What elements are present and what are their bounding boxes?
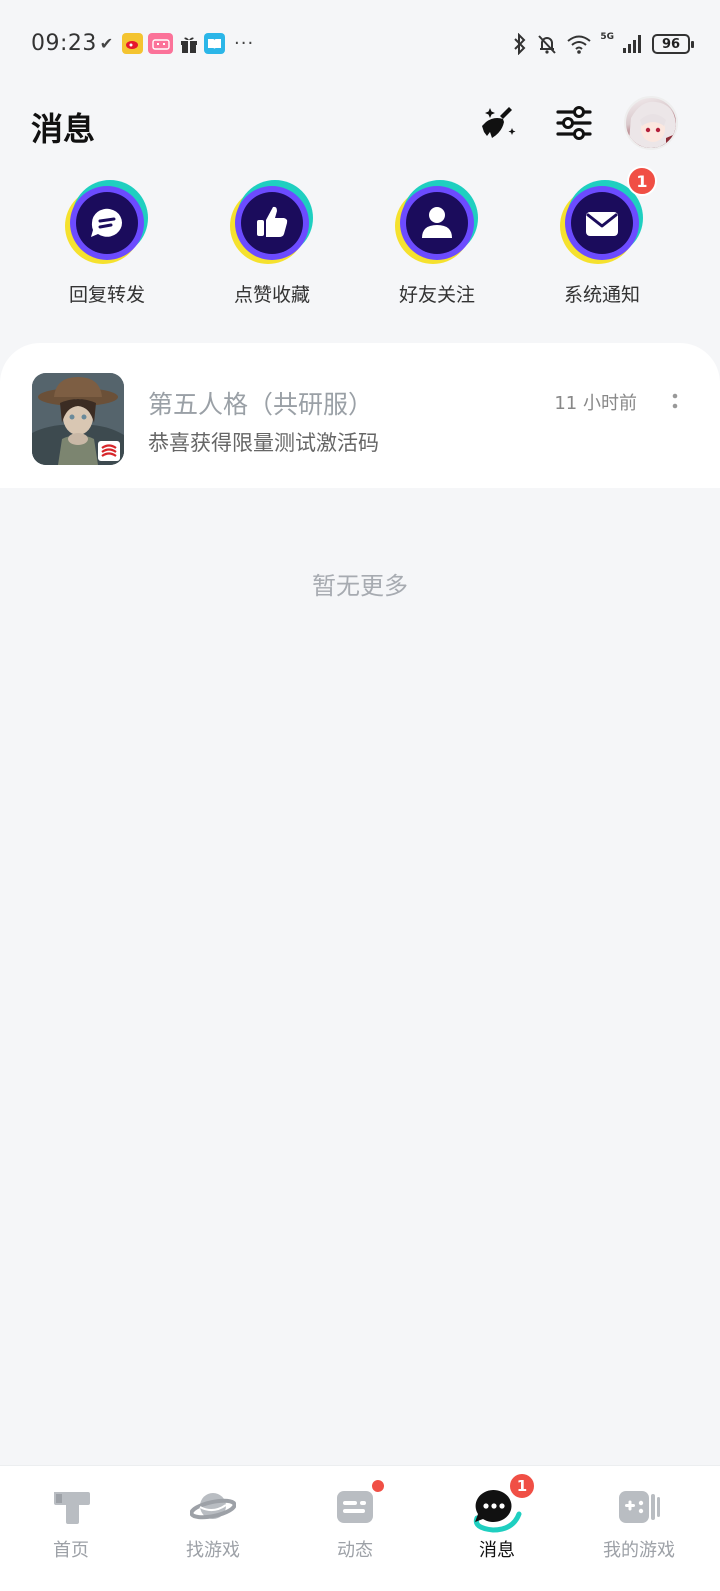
page-title: 消息 bbox=[31, 110, 96, 148]
tab-label: 找游戏 bbox=[186, 1540, 240, 1561]
category-label: 回复转发 bbox=[68, 284, 145, 306]
message-categories: 回复转发 点赞收藏 好友关注 1 系统通知 bbox=[0, 166, 720, 320]
signal-icon bbox=[623, 35, 641, 53]
bilibili-icon bbox=[148, 33, 173, 54]
tab-home[interactable]: 首页 bbox=[11, 1484, 131, 1562]
tab-icon-wrap bbox=[48, 1484, 94, 1530]
bluetooth-icon bbox=[514, 33, 526, 55]
message-list: 第五人格（共研服） 恭喜获得限量测试激活码 11 小时前 bbox=[0, 343, 720, 488]
avatar-art bbox=[628, 101, 676, 148]
home-t-icon bbox=[54, 1492, 90, 1524]
category-friends-follows[interactable]: 好友关注 bbox=[372, 180, 502, 307]
more-notifications: ··· bbox=[234, 33, 255, 54]
status-bar: 09:23 ✔︎ ··· 5G 96 bbox=[0, 0, 720, 90]
category-icon-wrap: 1 bbox=[557, 166, 657, 270]
message-subtitle: 恭喜获得限量测试激活码 bbox=[148, 431, 379, 455]
messages-screen: 09:23 ✔︎ ··· 5G 96 消息 回复转发 点赞收藏 好友关注 1 系… bbox=[0, 0, 720, 1591]
empty-hint: 暂无更多 bbox=[312, 572, 408, 600]
tab-label: 我的游戏 bbox=[603, 1540, 675, 1561]
message-title: 第五人格（共研服） bbox=[148, 390, 374, 419]
thumb-up-icon bbox=[230, 180, 313, 264]
clear-unread-button[interactable] bbox=[472, 98, 522, 148]
message-time: 11 小时前 bbox=[554, 393, 637, 414]
messages-tab-badge: 1 bbox=[508, 1472, 536, 1500]
more-vertical-icon bbox=[672, 393, 678, 409]
message-more-button[interactable] bbox=[670, 389, 680, 415]
message-item[interactable]: 第五人格（共研服） 恭喜获得限量测试激活码 11 小时前 bbox=[0, 371, 720, 467]
category-system-notice[interactable]: 1 系统通知 bbox=[537, 166, 667, 307]
feed-unread-dot bbox=[370, 1478, 386, 1494]
weibo-icon bbox=[122, 33, 143, 54]
tab-label: 首页 bbox=[53, 1540, 89, 1561]
tab-label: 动态 bbox=[337, 1540, 373, 1561]
tab-find-games[interactable]: 找游戏 bbox=[153, 1484, 273, 1562]
gamepad-icon bbox=[619, 1491, 660, 1523]
mute-bell-icon bbox=[538, 35, 557, 54]
system-notice-badge: 1 bbox=[627, 166, 657, 196]
battery-indicator: 96 bbox=[652, 34, 694, 54]
category-label: 系统通知 bbox=[563, 284, 640, 306]
planet-icon bbox=[189, 1493, 237, 1520]
network-type: 5G bbox=[600, 32, 614, 42]
gift-icon bbox=[178, 33, 199, 54]
person-icon bbox=[395, 180, 478, 264]
user-avatar[interactable] bbox=[624, 96, 678, 150]
notification-icons: ✔︎ ··· bbox=[96, 33, 254, 54]
category-icon-wrap bbox=[392, 180, 482, 270]
filter-settings-button[interactable] bbox=[549, 98, 599, 148]
book-icon bbox=[204, 33, 225, 54]
wifi-icon bbox=[567, 35, 591, 54]
tab-label: 消息 bbox=[479, 1540, 515, 1561]
tab-icon-wrap: 1 bbox=[473, 1472, 536, 1533]
reply-bubble-icon bbox=[65, 180, 148, 264]
tab-icon-wrap bbox=[616, 1484, 662, 1530]
category-likes-favorites[interactable]: 点赞收藏 bbox=[207, 180, 337, 307]
status-time: 09:23 bbox=[31, 31, 97, 56]
category-icon-wrap bbox=[227, 180, 317, 270]
category-label: 好友关注 bbox=[398, 284, 475, 306]
tab-icon-wrap bbox=[332, 1478, 386, 1530]
system-status: 5G 96 bbox=[512, 32, 694, 55]
filter-settings-icon bbox=[556, 106, 592, 140]
category-label: 点赞收藏 bbox=[233, 284, 310, 306]
tab-icon-wrap bbox=[189, 1484, 237, 1530]
bottom-tab-bar: 首页 找游戏 动态 1 消息 我的游戏 bbox=[0, 1465, 720, 1591]
category-reply-forward[interactable]: 回复转发 bbox=[42, 180, 172, 307]
game-thumbnail bbox=[32, 373, 124, 465]
page-header: 消息 bbox=[0, 90, 720, 160]
tapd-icon: ✔︎ bbox=[99, 34, 114, 53]
netease-logo-icon bbox=[98, 441, 120, 461]
tab-feed[interactable]: 动态 bbox=[295, 1478, 415, 1562]
category-icon-wrap bbox=[62, 180, 152, 270]
tab-messages[interactable]: 1 消息 bbox=[437, 1472, 557, 1562]
tab-my-games[interactable]: 我的游戏 bbox=[579, 1484, 699, 1562]
clear-unread-icon bbox=[482, 107, 516, 138]
